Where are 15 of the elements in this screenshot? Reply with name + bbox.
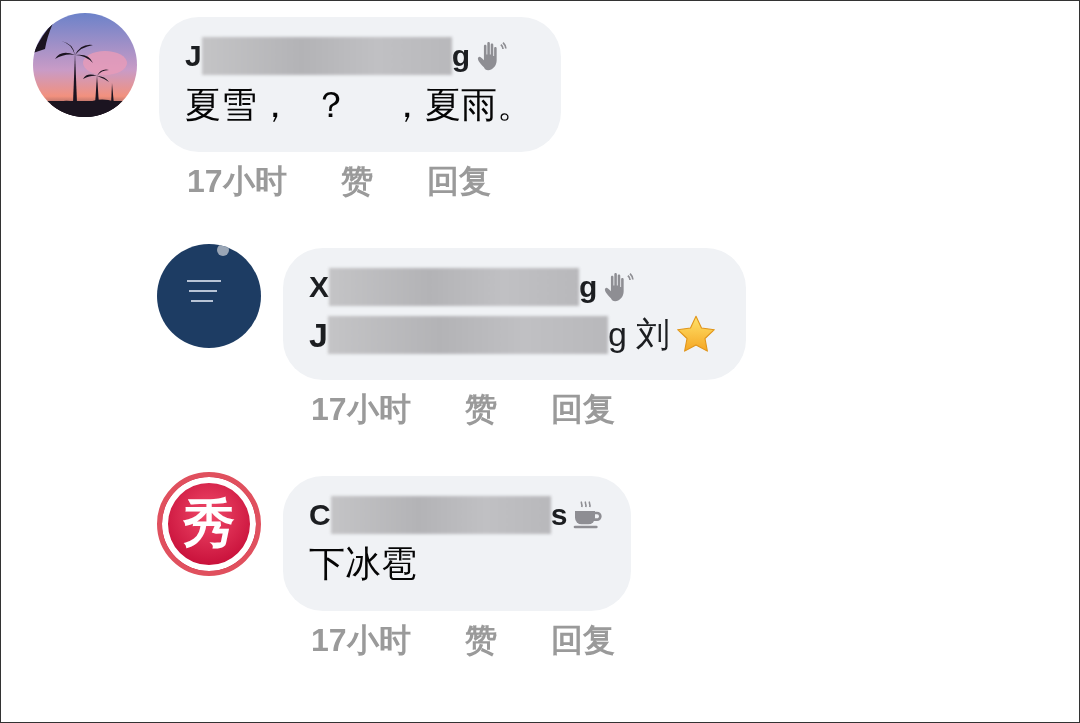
comment-text: 夏雪， ？ ，夏雨。 — [185, 83, 533, 127]
commenter-name[interactable]: g — [579, 270, 598, 304]
commenter-name[interactable]: J — [185, 39, 202, 73]
timestamp: 17小时 — [311, 621, 411, 660]
commenter-name[interactable]: g — [451, 39, 470, 73]
logo-icon: 秀 — [157, 472, 261, 576]
coffee-cup-icon — [571, 499, 604, 531]
comment-text: 下冰雹 — [309, 542, 417, 586]
comment-text: g 刘 — [607, 314, 671, 355]
timestamp: 17小时 — [187, 162, 287, 201]
timestamp: 17小时 — [311, 390, 411, 429]
commenter-name[interactable]: C — [309, 498, 331, 532]
comment-text: J — [309, 315, 328, 355]
commenter-name[interactable]: s — [550, 498, 568, 532]
commenter-name[interactable]: X — [309, 270, 329, 304]
